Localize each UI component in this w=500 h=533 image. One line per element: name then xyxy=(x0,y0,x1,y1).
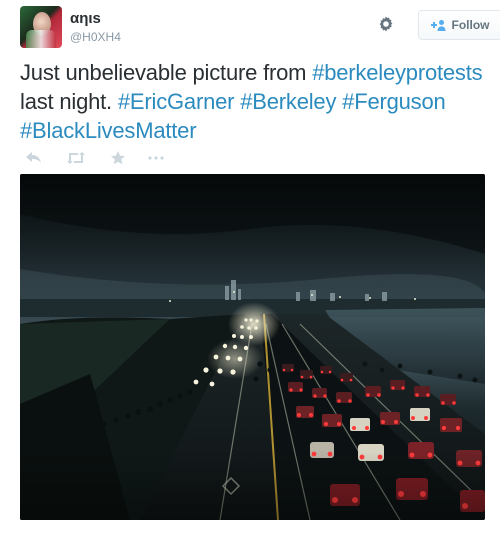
tweet-header: αηιs @H0XH4 Follow xyxy=(20,6,500,48)
favorite-icon[interactable] xyxy=(107,149,129,167)
screen-name[interactable]: @H0XH4 xyxy=(70,29,121,45)
hashtag-link[interactable]: #EricGarner xyxy=(118,89,235,114)
add-user-icon xyxy=(430,20,445,31)
more-icon[interactable] xyxy=(145,149,167,167)
follow-button-label: Follow xyxy=(451,18,490,32)
tweet-text: Just unbelievable picture from #berkeley… xyxy=(20,58,485,145)
gear-icon[interactable] xyxy=(376,14,396,34)
display-name[interactable]: αηιs xyxy=(70,9,121,28)
reply-icon[interactable] xyxy=(23,149,45,167)
tweet-text-segment: Just unbelievable picture from xyxy=(20,60,313,85)
avatar-hand xyxy=(26,30,56,48)
user-names[interactable]: αηιs @H0XH4 xyxy=(70,9,121,45)
hashtag-link[interactable]: #Berkeley xyxy=(240,89,336,114)
avatar[interactable] xyxy=(20,6,62,48)
retweet-icon[interactable] xyxy=(65,149,87,167)
hashtag-link[interactable]: #berkeleyprotests xyxy=(312,60,482,85)
tweet-photo[interactable] xyxy=(20,174,485,520)
tweet-text-segment: last night. xyxy=(20,89,118,114)
hashtag-link[interactable]: #Ferguson xyxy=(342,89,446,114)
tweet-actions xyxy=(23,149,167,167)
hashtag-link[interactable]: #BlackLivesMatter xyxy=(20,118,197,143)
follow-button[interactable]: Follow xyxy=(418,10,500,40)
